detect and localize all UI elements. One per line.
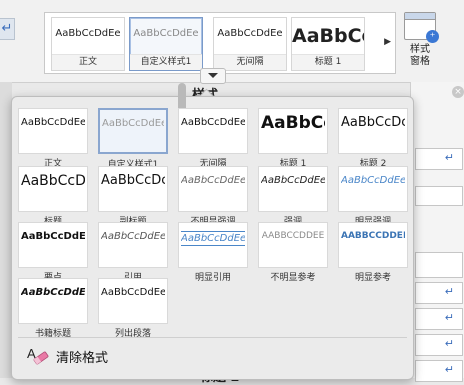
panel-list-item[interactable]: ↵ — [415, 282, 463, 304]
style-tile[interactable]: AaBbCcDdEe明显强调 — [338, 166, 408, 227]
style-preview: AaBbCcDdEe — [101, 231, 165, 242]
style-preview: AaBbCcDdEe — [261, 175, 325, 186]
ribbon: ↵ AaBbCcDdEe 正文 AaBbCcDdEe 自定义样式1 AaBbCc… — [0, 0, 464, 84]
style-name: 无间隔 — [214, 54, 286, 70]
style-tile[interactable]: AaBbCcDc 标题 2 — [338, 108, 408, 169]
return-icon: ↵ — [444, 151, 454, 164]
styles-pane-button[interactable]: ⁺ 样式 窗格 — [398, 10, 442, 74]
style-preview: AABBCCDDEE — [341, 231, 405, 241]
panel-field[interactable] — [415, 186, 463, 206]
style-tile[interactable]: AaBbCcDdEe要点 — [18, 222, 88, 283]
return-icon: ↵ — [444, 285, 454, 298]
style-preview: AaBbCc — [261, 113, 325, 133]
style-name: 正文 — [52, 54, 124, 70]
style-tile[interactable]: AaBbCcDc标题 — [18, 166, 88, 227]
close-icon[interactable]: × — [452, 86, 464, 98]
ribbon-style-custom1[interactable]: AaBbCcDdEe 自定义样式1 — [129, 17, 203, 71]
style-preview: AaBbCcDc — [341, 115, 405, 130]
return-icon: ↵ — [444, 337, 454, 350]
style-name: 自定义样式1 — [130, 54, 202, 70]
styles-dropdown: AaBbCcDdEe 正文 AaBbCcDdEe 自定义样式1 AaBbCcDdEe 无间… — [11, 83, 414, 380]
style-tile[interactable]: AaBbCc标题 1 — [258, 108, 328, 169]
panel-list-item[interactable]: ↵ — [415, 308, 463, 330]
style-preview: AaBbCcDdEe — [21, 117, 85, 128]
style-tile[interactable]: AaBbCcDc副标题 — [98, 166, 168, 227]
panel-field[interactable]: ↵ — [415, 148, 463, 170]
style-preview: AaBbCc — [292, 25, 364, 47]
style-name: 标题 1 — [292, 54, 364, 70]
styles-side-panel: ↵ ↵ ↵ ↵ ↵ — [410, 82, 464, 382]
style-tile[interactable]: AaBbCcDdEe强调 — [258, 166, 328, 227]
style-preview: AaBbCcDdEe — [102, 118, 164, 129]
style-tile[interactable]: AaBbCcDdEe 自定义样式1 — [98, 108, 168, 170]
style-tile[interactable]: AaBbCcDdEe引用 — [98, 222, 168, 283]
style-preview: AaBbCcDdEe — [341, 175, 405, 186]
style-preview: AaBbCcDdEe — [181, 175, 245, 186]
clear-formatting-label: 清除格式 — [56, 351, 109, 366]
style-name: 不明显参考 — [270, 273, 316, 283]
style-name: 明显参考 — [354, 273, 391, 283]
gallery-expand-button[interactable] — [200, 68, 226, 84]
return-icon: ↵ — [444, 363, 454, 376]
style-preview: AaBbCcDdEe — [181, 117, 245, 128]
style-tile[interactable]: AaBbCcDdEe不明显强调 — [178, 166, 248, 227]
style-preview: AaBbCcDdEe — [21, 287, 85, 298]
style-tile[interactable]: AaBbCcDdEe 明显引用 — [178, 222, 248, 283]
styles-gallery: AaBbCcDdEe 正文 AaBbCcDdEe 自定义样式1 AaBbCcDd… — [44, 12, 396, 74]
style-preview: AaBbCcDdEe — [21, 231, 85, 242]
style-name: 明显引用 — [194, 273, 231, 283]
divider — [18, 337, 407, 338]
gallery-next-arrow-icon[interactable]: ▶ — [384, 37, 391, 47]
style-tile[interactable]: AABBCCDDEE 明显参考 — [338, 222, 408, 283]
styles-pane-label: 样式 窗格 — [410, 44, 430, 67]
style-preview: AaBbCcDdEe — [217, 28, 283, 39]
panel-list-item[interactable]: ↵ — [415, 360, 463, 382]
panel-field[interactable] — [415, 252, 463, 278]
styles-pane-icon: ⁺ — [404, 12, 439, 43]
style-tile[interactable]: AaBbCcDdEe 无间隔 — [178, 108, 248, 169]
style-badge-icon: ⁺ — [426, 30, 439, 43]
style-preview: AaBbCcDc — [101, 173, 165, 188]
ribbon-style-no-spacing[interactable]: AaBbCcDdEe 无间隔 — [213, 17, 287, 71]
style-preview: AaBbCcDdEe — [55, 28, 121, 39]
style-tile[interactable]: AaBbCcDdEe 正文 — [18, 108, 88, 169]
style-preview: AaBbCcDdEe — [133, 28, 199, 39]
style-tile[interactable]: AaBbCcDdEe 列出段落 — [98, 278, 168, 339]
style-preview: AaBbCcDdEe — [101, 287, 165, 298]
ribbon-style-heading1[interactable]: AaBbCc 标题 1 — [291, 17, 365, 71]
style-preview: AaBbCcDc — [21, 173, 85, 189]
paragraph-mark-button[interactable]: ↵ — [0, 18, 15, 40]
panel-list-item[interactable]: ↵ — [415, 334, 463, 356]
return-icon: ↵ — [444, 311, 454, 324]
style-tile[interactable]: AaBbCcDdEe书籍标题 — [18, 278, 88, 339]
style-tile[interactable]: AABBCCDDEE 不明显参考 — [258, 222, 328, 283]
style-preview: AABBCCDDEE — [261, 231, 325, 241]
style-preview: AaBbCcDdEe — [181, 231, 245, 246]
ribbon-style-normal[interactable]: AaBbCcDdEe 正文 — [51, 17, 125, 71]
eraser-icon: A — [27, 346, 49, 365]
